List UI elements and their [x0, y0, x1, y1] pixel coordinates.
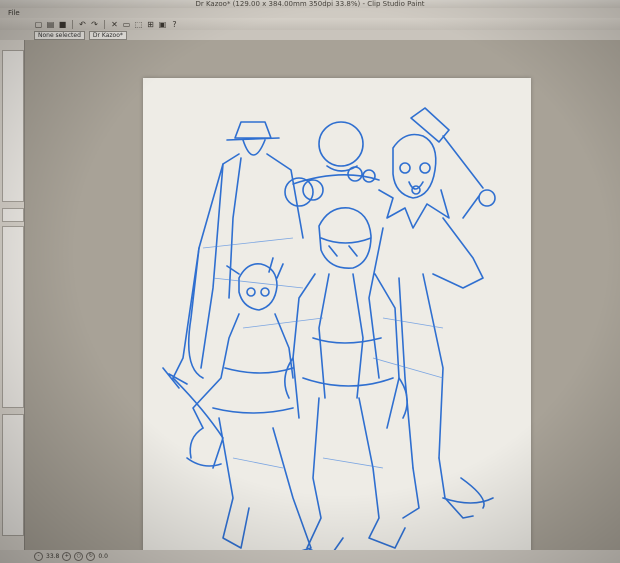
zoom-in-icon[interactable]: + [62, 552, 72, 561]
selection-dropdown[interactable]: None selected [34, 30, 85, 40]
app-screen: Dr Kazoo* (129.00 x 384.00mm 350dpi 33.8… [0, 0, 620, 563]
tool-property-palette[interactable] [2, 414, 24, 536]
toolbar-divider [104, 19, 105, 29]
open-icon[interactable]: ▤ [46, 20, 55, 29]
tool-property-bar: None selected Dr Kazoo* [0, 30, 620, 40]
palette-tab[interactable] [2, 208, 24, 222]
command-bar: ▢ ▤ ■ ↶ ↷ ✕ ▭ ⬚ ⊞ ▣ ? [0, 18, 620, 30]
tool-palette[interactable] [2, 50, 24, 202]
clear-icon[interactable]: ▭ [122, 20, 131, 29]
menu-file[interactable]: File [8, 9, 20, 17]
save-icon[interactable]: ■ [58, 20, 67, 29]
fill-icon[interactable]: ▣ [158, 20, 167, 29]
fit-icon[interactable]: ○ [74, 552, 84, 561]
status-bar: - 33.8 + ○ ↻ 0.0 [0, 550, 620, 563]
drawing-canvas[interactable] [143, 78, 531, 563]
new-icon[interactable]: ▢ [34, 20, 43, 29]
canvas-area[interactable] [25, 40, 620, 563]
menu-bar: File [0, 8, 620, 18]
zoom-value[interactable]: 33.8 [46, 553, 59, 560]
rotation-value[interactable]: 0.0 [98, 553, 108, 560]
document-dropdown[interactable]: Dr Kazoo* [88, 30, 127, 40]
delete-icon[interactable]: ✕ [110, 20, 119, 29]
transform-icon[interactable]: ⬚ [134, 20, 143, 29]
zoom-out-icon[interactable]: - [34, 552, 43, 561]
undo-icon[interactable]: ↶ [78, 20, 87, 29]
select-icon[interactable]: ⊞ [146, 20, 155, 29]
help-icon[interactable]: ? [170, 20, 179, 29]
window-title: Dr Kazoo* (129.00 x 384.00mm 350dpi 33.8… [0, 0, 620, 8]
sub-tool-palette[interactable] [2, 226, 24, 408]
rotate-icon[interactable]: ↻ [86, 552, 96, 561]
blue-pencil-sketch [162, 107, 496, 559]
toolbar-divider [72, 19, 73, 29]
redo-icon[interactable]: ↷ [90, 20, 99, 29]
left-palette-dock [0, 40, 25, 563]
